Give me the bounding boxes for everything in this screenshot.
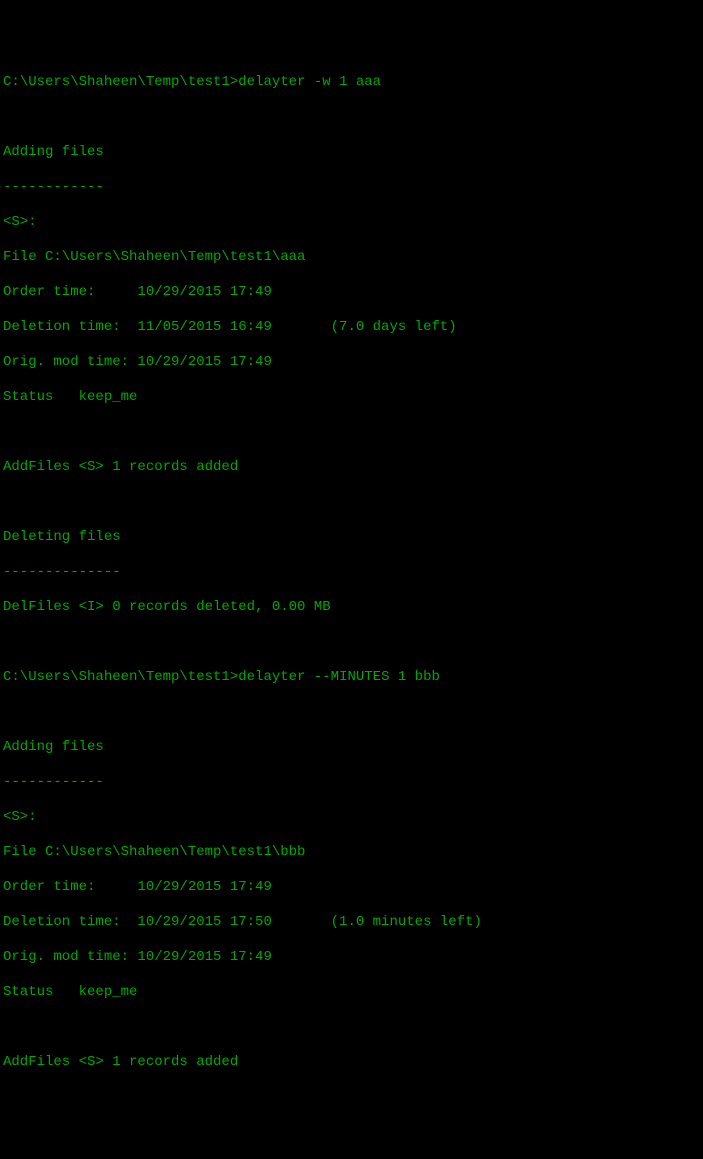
blank-line bbox=[3, 704, 700, 722]
divider: ------------ bbox=[3, 179, 700, 197]
divider: ------------ bbox=[3, 774, 700, 792]
status: Status keep_me bbox=[3, 984, 700, 1002]
blank-line bbox=[3, 109, 700, 127]
addfiles-result: AddFiles <S> 1 records added bbox=[3, 1054, 700, 1072]
blank-line bbox=[3, 424, 700, 442]
command-input: delayter --MINUTES 1 bbb bbox=[238, 669, 440, 685]
command-input: delayter -w 1 aaa bbox=[238, 74, 381, 90]
blank-line bbox=[3, 634, 700, 652]
divider: -------------- bbox=[3, 564, 700, 582]
orig-mod-time: Orig. mod time: 10/29/2015 17:49 bbox=[3, 949, 700, 967]
command-prompt-2[interactable]: C:\Users\Shaheen\Temp\test1>delayter --M… bbox=[3, 669, 700, 687]
adding-files-header: Adding files bbox=[3, 739, 700, 757]
addfiles-result: AddFiles <S> 1 records added bbox=[3, 459, 700, 477]
order-time: Order time: 10/29/2015 17:49 bbox=[3, 879, 700, 897]
blank-line bbox=[3, 1019, 700, 1037]
record-id: <S>: bbox=[3, 214, 700, 232]
deletion-time: Deletion time: 11/05/2015 16:49 (7.0 day… bbox=[3, 319, 700, 337]
file-path: File C:\Users\Shaheen\Temp\test1\aaa bbox=[3, 249, 700, 267]
adding-files-header: Adding files bbox=[3, 144, 700, 162]
order-time: Order time: 10/29/2015 17:49 bbox=[3, 284, 700, 302]
file-path: File C:\Users\Shaheen\Temp\test1\bbb bbox=[3, 844, 700, 862]
command-prompt-1[interactable]: C:\Users\Shaheen\Temp\test1>delayter -w … bbox=[3, 74, 700, 92]
status: Status keep_me bbox=[3, 389, 700, 407]
record-id: <S>: bbox=[3, 809, 700, 827]
deleting-files-header: Deleting files bbox=[3, 529, 700, 547]
prompt-path: C:\Users\Shaheen\Temp\test1> bbox=[3, 669, 238, 685]
blank-line bbox=[3, 494, 700, 512]
delfiles-result: DelFiles <I> 0 records deleted, 0.00 MB bbox=[3, 599, 700, 617]
prompt-path: C:\Users\Shaheen\Temp\test1> bbox=[3, 74, 238, 90]
deletion-time: Deletion time: 10/29/2015 17:50 (1.0 min… bbox=[3, 914, 700, 932]
orig-mod-time: Orig. mod time: 10/29/2015 17:49 bbox=[3, 354, 700, 372]
